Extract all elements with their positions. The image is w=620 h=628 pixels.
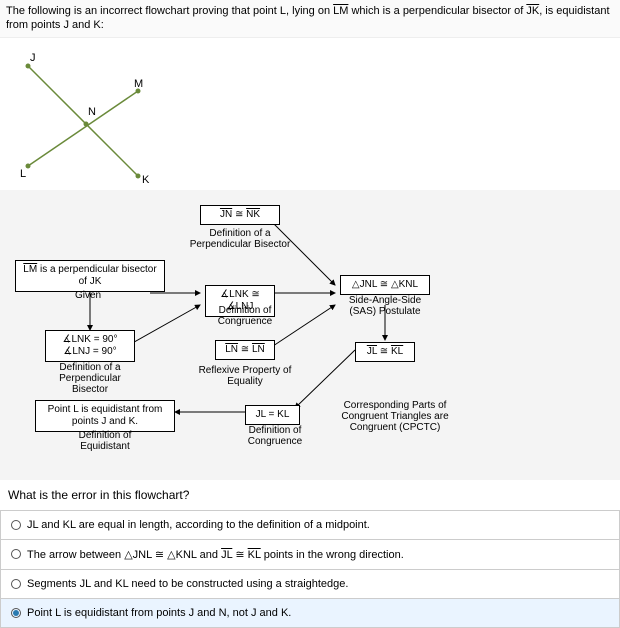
box-jl-kl-top: JL ≅ KL xyxy=(355,342,415,362)
question-text: What is the error in this flowchart? xyxy=(8,488,612,502)
label-m: M xyxy=(134,78,143,90)
box-lm-perp: LM is a perpendicular bisector of JK xyxy=(15,260,165,292)
cap-jl-kl-mid: Definition of Congruence xyxy=(225,425,325,447)
label-k: K xyxy=(142,174,149,186)
box-jn-nk: JN ≅ NK xyxy=(200,205,280,225)
box-ln-ln: LN ≅ LN xyxy=(215,340,275,360)
option-1-label: JL and KL are equal in length, according… xyxy=(27,519,370,531)
answer-options: JL and KL are equal in length, according… xyxy=(0,510,620,628)
geometry-diagram: J M N L K xyxy=(8,46,188,186)
label-l: L xyxy=(20,168,26,180)
radio-icon xyxy=(11,520,21,530)
option-1[interactable]: JL and KL are equal in length, according… xyxy=(0,510,620,539)
label-n: N xyxy=(88,106,96,118)
cap-lnk-lnj: Definition of Congruence xyxy=(190,305,300,327)
box-equidist: Point L is equidistant from points J and… xyxy=(35,400,175,432)
box-jnl-knl: △JNL ≅ △KNL xyxy=(340,275,430,295)
diagram-svg xyxy=(8,46,188,186)
header-jk: JK xyxy=(526,5,539,17)
cap-equidist: Definition of Equidistant xyxy=(55,430,155,452)
cap-ln-ln: Reflexive Property of Equality xyxy=(195,365,295,387)
cap-given: Given xyxy=(75,290,101,301)
cap-jn-nk: Definition of a Perpendicular Bisector xyxy=(185,228,295,250)
cap-angles90: Definition of a Perpendicular Bisector xyxy=(40,362,140,395)
box-angles90: ∡LNK = 90°∡LNJ = 90° xyxy=(45,330,135,362)
option-3[interactable]: Segments JL and KL need to be constructe… xyxy=(0,569,620,598)
cap-jnl-knl: Side-Angle-Side (SAS) Postulate xyxy=(345,295,425,317)
header-text-1: The following is an incorrect flowchart … xyxy=(6,5,333,17)
header-lm: LM xyxy=(333,5,348,17)
problem-statement: The following is an incorrect flowchart … xyxy=(0,0,620,38)
radio-icon xyxy=(11,608,21,618)
option-4[interactable]: Point L is equidistant from points J and… xyxy=(0,598,620,628)
option-2[interactable]: The arrow between △JNL ≅ △KNL and JL ≅ K… xyxy=(0,539,620,569)
box-jl-kl-mid: JL = KL xyxy=(245,405,300,425)
option-4-label: Point L is equidistant from points J and… xyxy=(27,607,291,619)
option-3-label: Segments JL and KL need to be constructe… xyxy=(27,578,348,590)
radio-icon xyxy=(11,579,21,589)
option-2-label: The arrow between △JNL ≅ △KNL and JL ≅ K… xyxy=(27,548,404,561)
flowchart: JN ≅ NK Definition of a Perpendicular Bi… xyxy=(0,190,620,480)
label-j: J xyxy=(30,52,36,64)
radio-icon xyxy=(11,549,21,559)
header-text-2: which is a perpendicular bisector of xyxy=(348,5,526,17)
cap-cpctc: Corresponding Parts of Congruent Triangl… xyxy=(335,400,455,433)
